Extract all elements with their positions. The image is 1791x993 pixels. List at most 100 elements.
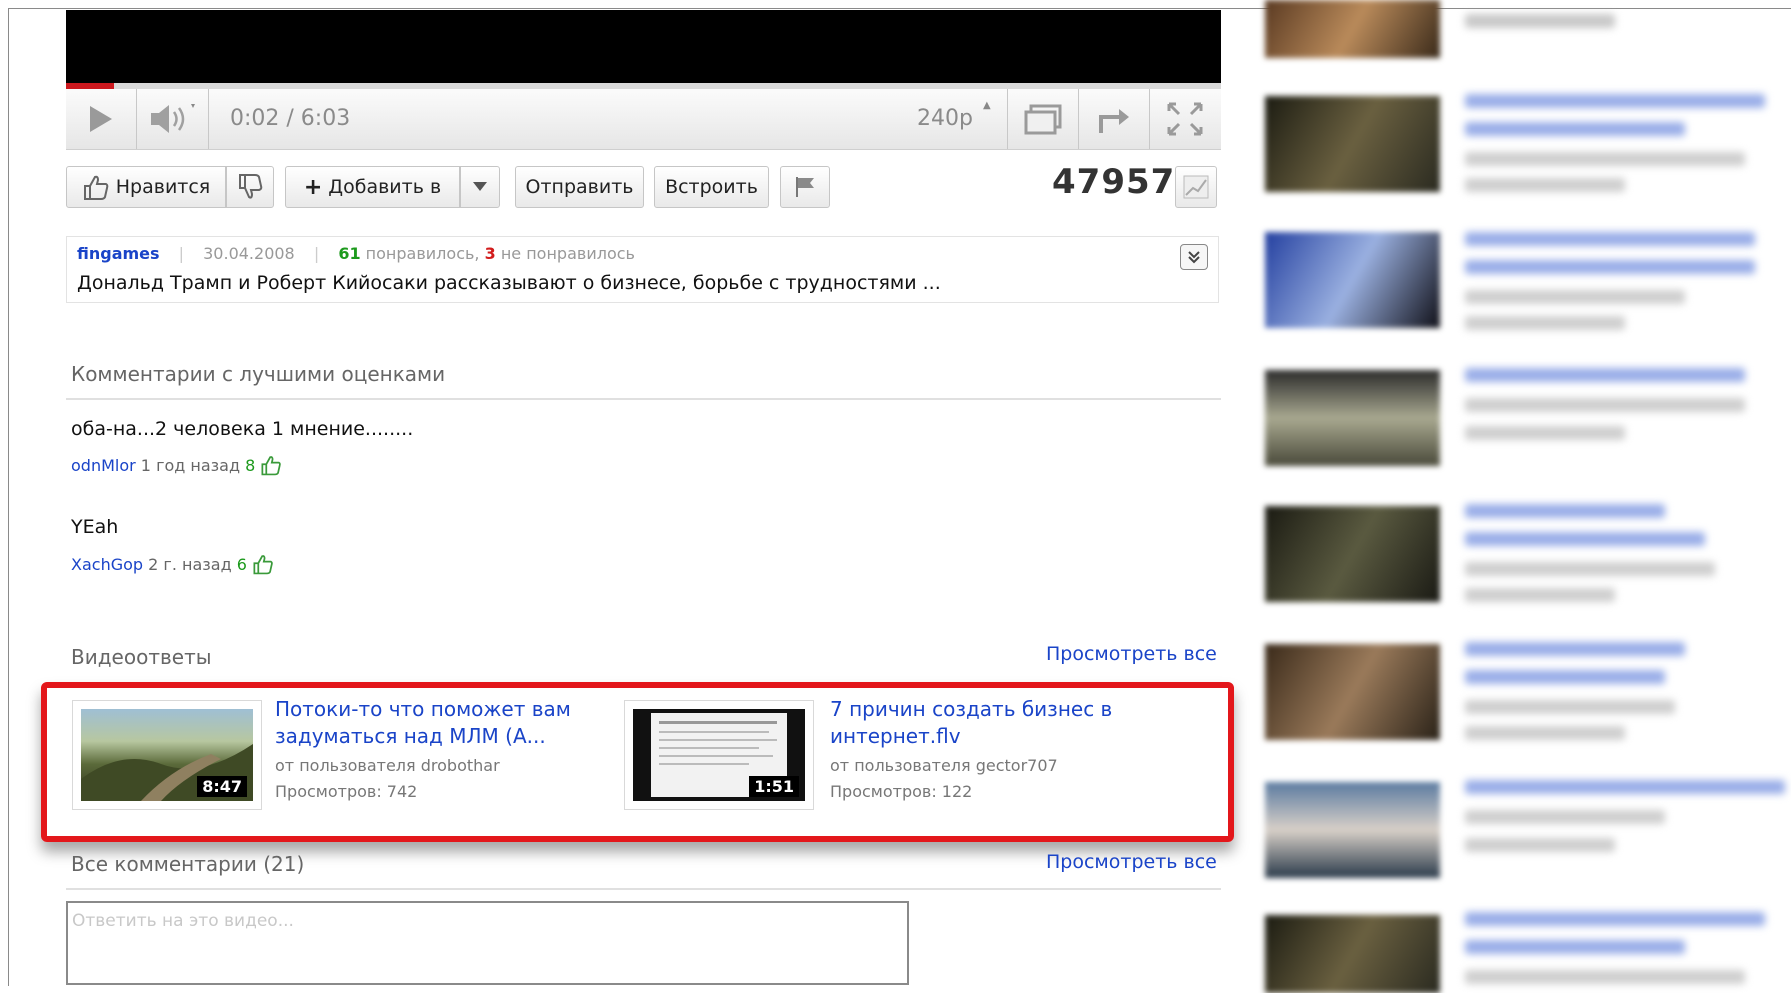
wide-mode-button[interactable] — [1081, 92, 1147, 146]
related-video-title[interactable] — [1465, 232, 1755, 246]
add-to-dropdown[interactable] — [460, 166, 500, 208]
embed-label: Встроить — [665, 176, 758, 198]
stats-button[interactable] — [1175, 166, 1217, 208]
comment-text: оба-на...2 человека 1 мнение........ — [71, 418, 414, 440]
related-video-thumbnail[interactable] — [1265, 370, 1440, 466]
comment-time: 1 год назад — [140, 456, 241, 475]
thumbs-up-icon[interactable] — [252, 553, 274, 575]
comment-author-link[interactable]: odnMlor — [71, 456, 136, 475]
quality-caret-icon: ▲ — [983, 100, 991, 111]
divider — [66, 888, 1221, 890]
popout-button[interactable] — [1010, 92, 1076, 146]
response-author: от пользователя drobothar — [275, 756, 500, 775]
embed-button[interactable]: Встроить — [654, 166, 769, 208]
related-video-meta — [1465, 426, 1625, 440]
response-title-link[interactable]: Потоки-то что поможет вам задуматься над… — [275, 696, 595, 750]
reply-placeholder: Ответить на это видео... — [72, 911, 294, 931]
related-video-thumbnail[interactable] — [1265, 915, 1440, 993]
plus-icon: + — [303, 174, 323, 200]
comment-time: 2 г. назад — [148, 555, 232, 574]
related-video-title[interactable] — [1465, 940, 1685, 954]
response-views: Просмотров: 122 — [830, 782, 973, 801]
view-all-responses-link[interactable]: Просмотреть все — [1046, 643, 1217, 665]
play-button[interactable] — [70, 92, 130, 146]
video-duration: 8:47 — [197, 776, 247, 797]
related-video-meta — [1465, 562, 1715, 576]
play-icon — [90, 106, 112, 132]
related-video-meta — [1465, 316, 1625, 330]
related-video-title[interactable] — [1465, 260, 1755, 274]
fullscreen-icon — [1167, 102, 1203, 136]
double-chevron-down-icon — [1188, 251, 1200, 264]
response-thumbnail[interactable]: 8:47 — [72, 700, 262, 810]
related-video-meta — [1465, 838, 1615, 852]
quality-selector[interactable]: 240p — [917, 106, 973, 131]
related-video-thumbnail[interactable] — [1265, 0, 1440, 58]
related-video-meta — [1465, 290, 1685, 304]
video-responses-heading: Видеоответы — [71, 645, 212, 669]
like-label: Нравится — [115, 176, 211, 198]
video-description: Дональд Трамп и Роберт Кийосаки рассказы… — [77, 272, 941, 294]
related-video-title[interactable] — [1465, 368, 1745, 382]
related-video-title[interactable] — [1465, 912, 1765, 926]
thumbs-up-icon[interactable] — [260, 454, 282, 476]
video-duration: 1:51 — [749, 776, 799, 797]
related-video-title[interactable] — [1465, 670, 1665, 684]
time-display: 0:02 / 6:03 — [230, 106, 351, 131]
comment-meta: odnMlor 1 год назад 8 — [71, 454, 282, 476]
related-video-meta — [1465, 588, 1615, 602]
flag-icon — [796, 177, 814, 197]
thumbnail-image: 8:47 — [81, 709, 253, 801]
thumbnail-image: 1:51 — [633, 709, 805, 801]
dislike-button[interactable] — [226, 166, 274, 208]
chevron-down-icon — [473, 182, 487, 191]
add-to-label: Добавить в — [328, 176, 442, 198]
related-video-title[interactable] — [1465, 642, 1685, 656]
video-screen[interactable] — [66, 10, 1221, 83]
related-video-meta — [1465, 14, 1615, 28]
comment-score: 6 — [236, 555, 247, 574]
fullscreen-button[interactable] — [1152, 92, 1218, 146]
expand-arrows-icon — [1099, 109, 1129, 133]
controls-divider — [208, 89, 209, 149]
speaker-icon — [151, 104, 195, 133]
all-comments-heading: Все комментарии (21) — [71, 852, 305, 876]
related-video-title[interactable] — [1465, 504, 1665, 518]
uploader-link[interactable]: fingames — [77, 244, 160, 263]
response-thumbnail[interactable]: 1:51 — [624, 700, 814, 810]
related-video-thumbnail[interactable] — [1265, 506, 1440, 602]
view-all-comments-link[interactable]: Просмотреть все — [1046, 851, 1217, 873]
divider — [66, 398, 1221, 400]
related-video-meta — [1465, 398, 1745, 412]
flag-button[interactable] — [780, 166, 830, 208]
response-views: Просмотров: 742 — [275, 782, 418, 801]
response-title-link[interactable]: 7 причин создать бизнес в интернет.flv — [830, 696, 1150, 750]
expand-description-button[interactable] — [1180, 244, 1208, 270]
add-to-button[interactable]: + Добавить в — [285, 166, 460, 208]
related-video-title[interactable] — [1465, 780, 1785, 794]
likes-text: понравилось, — [365, 244, 480, 263]
send-button[interactable]: Отправить — [515, 166, 644, 208]
comment-author-link[interactable]: XachGop — [71, 555, 143, 574]
comment-text: YEah — [71, 516, 119, 538]
response-author: от пользователя gector707 — [830, 756, 1058, 775]
top-comments-heading: Комментарии с лучшими оценками — [71, 362, 446, 386]
view-count: 47957 — [1052, 162, 1176, 202]
chart-icon — [1183, 175, 1209, 199]
related-video-meta — [1465, 152, 1745, 166]
dislikes-count: 3 — [484, 244, 496, 263]
like-button[interactable]: Нравится — [66, 166, 226, 208]
related-video-thumbnail[interactable] — [1265, 96, 1440, 192]
related-video-thumbnail[interactable] — [1265, 644, 1440, 740]
related-video-thumbnail[interactable] — [1265, 232, 1440, 328]
related-video-thumbnail[interactable] — [1265, 782, 1440, 878]
volume-button[interactable] — [140, 92, 206, 146]
related-video-title[interactable] — [1465, 94, 1765, 108]
related-video-title[interactable] — [1465, 532, 1705, 546]
related-video-meta — [1465, 810, 1665, 824]
thumbs-up-icon — [83, 175, 109, 200]
controls-divider — [1007, 89, 1008, 149]
controls-divider — [136, 89, 137, 149]
related-video-title[interactable] — [1465, 122, 1685, 136]
related-video-meta — [1465, 970, 1745, 984]
